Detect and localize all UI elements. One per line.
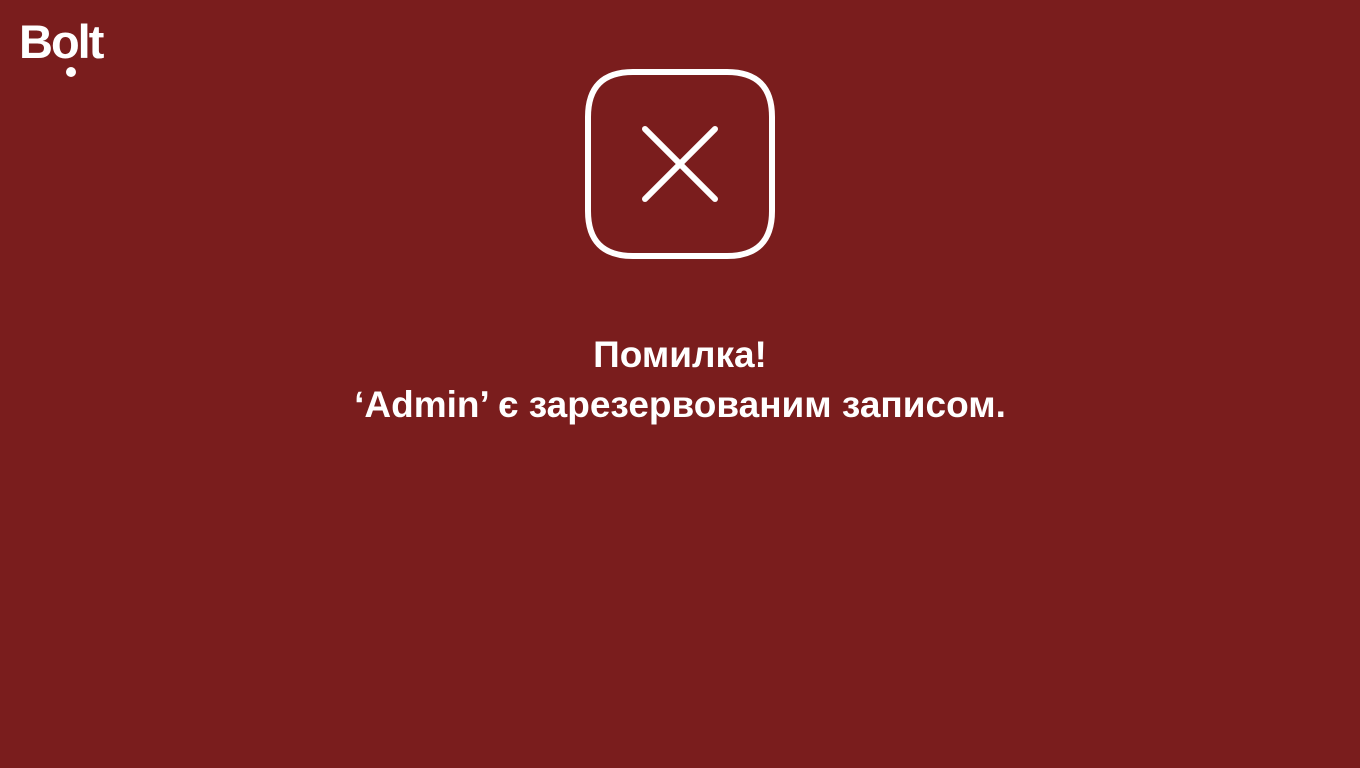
close-square-icon bbox=[585, 69, 775, 259]
bolt-logo: Bolt bbox=[19, 14, 104, 80]
logo-dot bbox=[66, 67, 76, 77]
error-page: Bolt Помилка! ‘Admin’ є зарезервованим з… bbox=[0, 0, 1360, 768]
error-detail: ‘Admin’ є зарезервованим записом. bbox=[354, 384, 1006, 425]
error-message: Помилка! ‘Admin’ є зарезервованим записо… bbox=[0, 330, 1360, 430]
error-title: Помилка! bbox=[593, 334, 767, 375]
logo-text: Bolt bbox=[19, 15, 104, 68]
